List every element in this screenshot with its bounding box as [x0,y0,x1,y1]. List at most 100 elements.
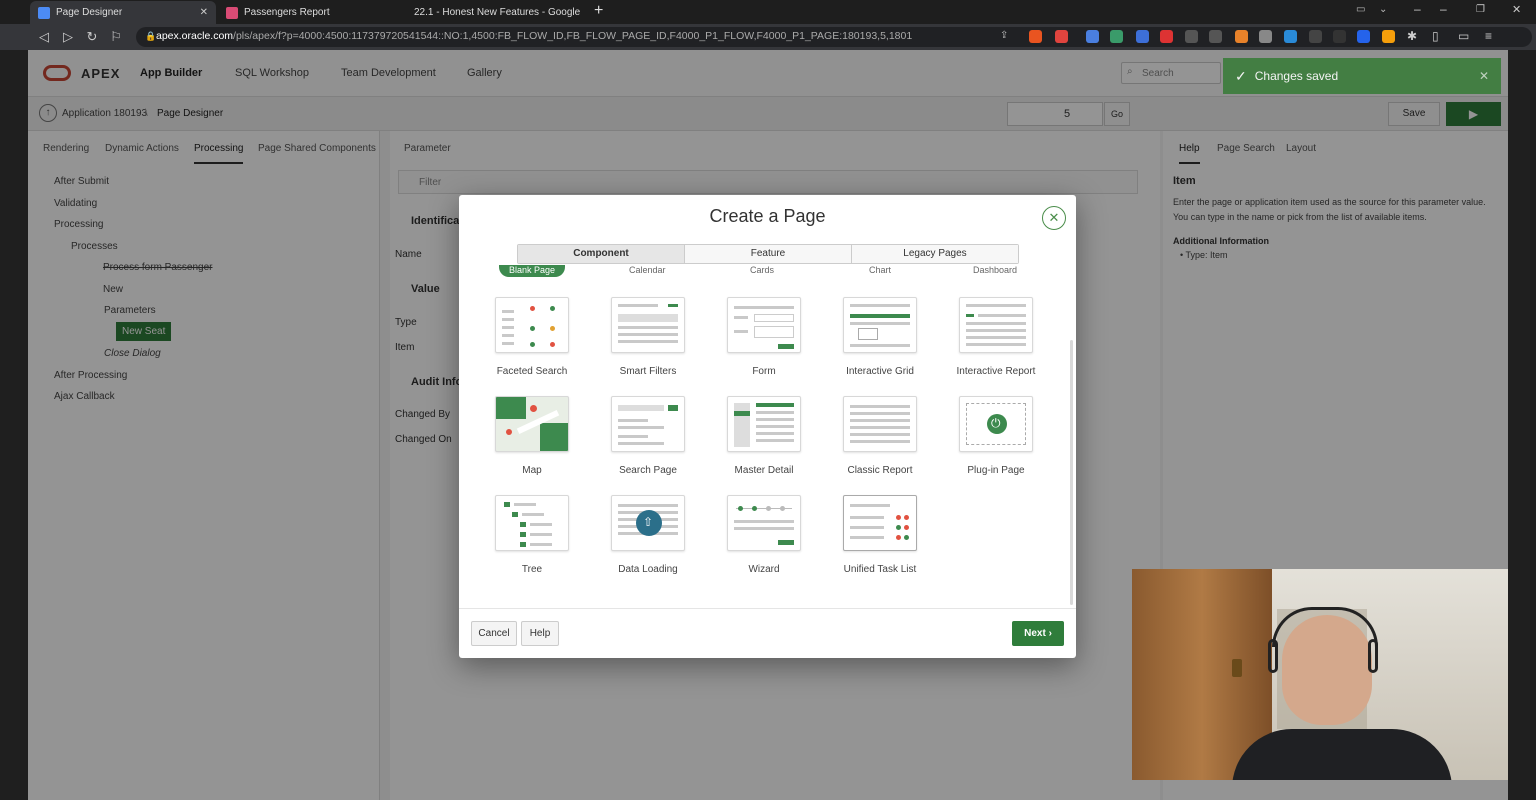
faceted-search-thumbnail [495,297,569,353]
cloud-upload-icon: ⇧ [643,515,654,529]
smart-filters-card[interactable]: Smart Filters [593,297,703,387]
extension-x-icon[interactable] [1333,30,1346,43]
share-icon[interactable]: ⇪ [1000,30,1013,43]
new-tab-button[interactable]: + [594,2,603,20]
browser-tab-google-slides[interactable]: 22.1 - Honest New Features - Google [400,1,580,24]
tree-thumbnail [495,495,569,551]
menu-icon[interactable]: ≡ [1485,29,1492,43]
extension-yellow-icon[interactable] [1382,30,1395,43]
extension-blue2-icon[interactable] [1357,30,1370,43]
card-label: Form [752,366,776,377]
extension-blue-icon[interactable] [1136,30,1149,43]
browser-tab-bar: Page Designer ✕ Passengers Report 22.1 -… [0,0,1536,24]
card-label: Master Detail [734,465,794,476]
restore-icon[interactable]: ❐ [1476,4,1485,15]
tab-search-icon[interactable]: ▭ [1356,4,1365,15]
door-hinge [1232,659,1242,677]
webcam-overlay [1132,569,1508,780]
card-label: Map [522,465,542,476]
map-thumbnail [495,396,569,452]
minimize-icon[interactable]: – [1414,2,1421,16]
close-tab-icon[interactable]: ✕ [200,7,208,18]
check-icon: ✓ [1235,67,1247,84]
chart-card-label[interactable]: Chart [869,265,891,275]
extension-72k-icon[interactable] [1110,30,1123,43]
translate-extension-icon[interactable] [1086,30,1099,43]
data-loading-thumbnail: ⇧ [611,495,685,551]
wallet-icon[interactable]: ▭ [1458,29,1469,43]
calendar-card-label[interactable]: Calendar [629,265,666,275]
card-label: Unified Task List [843,564,917,575]
dashboard-card-label[interactable]: Dashboard [973,265,1017,275]
plug-icon: ⏻ [991,416,1001,430]
card-label: Faceted Search [496,366,568,377]
plug-in-page-card[interactable]: ⏻ Plug-in Page [941,396,1051,486]
interactive-grid-thumbnail [843,297,917,353]
sidebar-icon[interactable]: ▯ [1432,29,1439,43]
tree-card[interactable]: Tree [477,495,587,585]
lock-icon: 🔒 [145,31,157,41]
back-icon[interactable]: ◁ [32,29,56,45]
puzzle-icon[interactable]: ✱ [1407,29,1417,43]
extension-diamond-icon[interactable] [1284,30,1297,43]
apex-favicon-icon [38,6,50,19]
card-label: Data Loading [618,564,678,575]
metamask-icon[interactable] [1235,30,1248,43]
unified-task-list-thumbnail [843,495,917,551]
form-card[interactable]: Form [709,297,819,387]
tab-legacy-pages[interactable]: Legacy Pages [852,245,1018,263]
help-button[interactable]: Help [521,621,559,646]
create-page-dialog: Create a Page ✕ Component Feature Legacy… [459,195,1076,658]
interactive-grid-card[interactable]: Interactive Grid [825,297,935,387]
card-label: Plug-in Page [967,465,1025,476]
page-type-grid: Blank Page Calendar Cards Chart Dashboar… [459,265,1069,605]
browser-tab-page-designer[interactable]: Page Designer ✕ [30,1,216,24]
master-detail-card[interactable]: Master Detail [709,396,819,486]
smart-filters-thumbnail [611,297,685,353]
brave-shield-icon[interactable] [1029,30,1042,43]
chevron-down-icon[interactable]: ⌄ [1379,4,1387,15]
extension-dark-icon[interactable] [1209,30,1222,43]
tab-title: 22.1 - Honest New Features - Google [414,7,580,18]
classic-report-card[interactable]: Classic Report [825,396,935,486]
toast-message: Changes saved [1254,69,1339,83]
map-card[interactable]: Map [477,396,587,486]
plug-in-page-thumbnail: ⏻ [959,396,1033,452]
faceted-search-card[interactable]: Faceted Search [477,297,587,387]
search-page-thumbnail [611,396,685,452]
close-icon[interactable]: ✕ [1042,206,1066,230]
close-toast-icon[interactable]: ✕ [1479,69,1489,83]
browser-tab-passengers-report[interactable]: Passengers Report [218,1,398,24]
close-window-icon[interactable]: ✕ [1512,3,1521,16]
cancel-button[interactable]: Cancel [471,621,517,646]
extension-red-icon[interactable] [1160,30,1173,43]
forward-icon[interactable]: ▷ [56,29,80,45]
next-label: Next [1024,628,1046,639]
camera-extension-icon[interactable] [1259,30,1272,43]
extension-square-icon[interactable] [1309,30,1322,43]
extension-gray-icon[interactable] [1185,30,1198,43]
search-page-card[interactable]: Search Page [593,396,703,486]
page-type-tabs: Component Feature Legacy Pages [517,244,1019,264]
reload-icon[interactable]: ↻ [80,29,104,45]
success-toast: ✓ Changes saved ✕ [1223,58,1501,94]
tab-component[interactable]: Component [518,245,685,263]
cards-card-label[interactable]: Cards [750,265,774,275]
card-label: Smart Filters [619,366,677,377]
next-button[interactable]: Next › [1012,621,1064,646]
bookmark-icon[interactable]: ⚐ [104,29,128,45]
tab-feature[interactable]: Feature [685,245,852,263]
interactive-report-card[interactable]: Interactive Report [941,297,1051,387]
tab-title: Passengers Report [244,7,330,18]
unified-task-list-card[interactable]: Unified Task List [825,495,935,585]
person-shirt [1232,729,1452,780]
wizard-card[interactable]: Wizard [709,495,819,585]
minimize-window-icon[interactable]: – [1440,2,1447,16]
dialog-scrollbar[interactable] [1070,340,1073,605]
brave-rewards-icon[interactable] [1055,30,1068,43]
blank-page-card[interactable]: Blank Page [499,265,565,277]
card-label: Classic Report [847,465,913,476]
data-loading-card[interactable]: ⇧ Data Loading [593,495,703,585]
dialog-title: Create a Page [709,206,826,226]
master-detail-thumbnail [727,396,801,452]
